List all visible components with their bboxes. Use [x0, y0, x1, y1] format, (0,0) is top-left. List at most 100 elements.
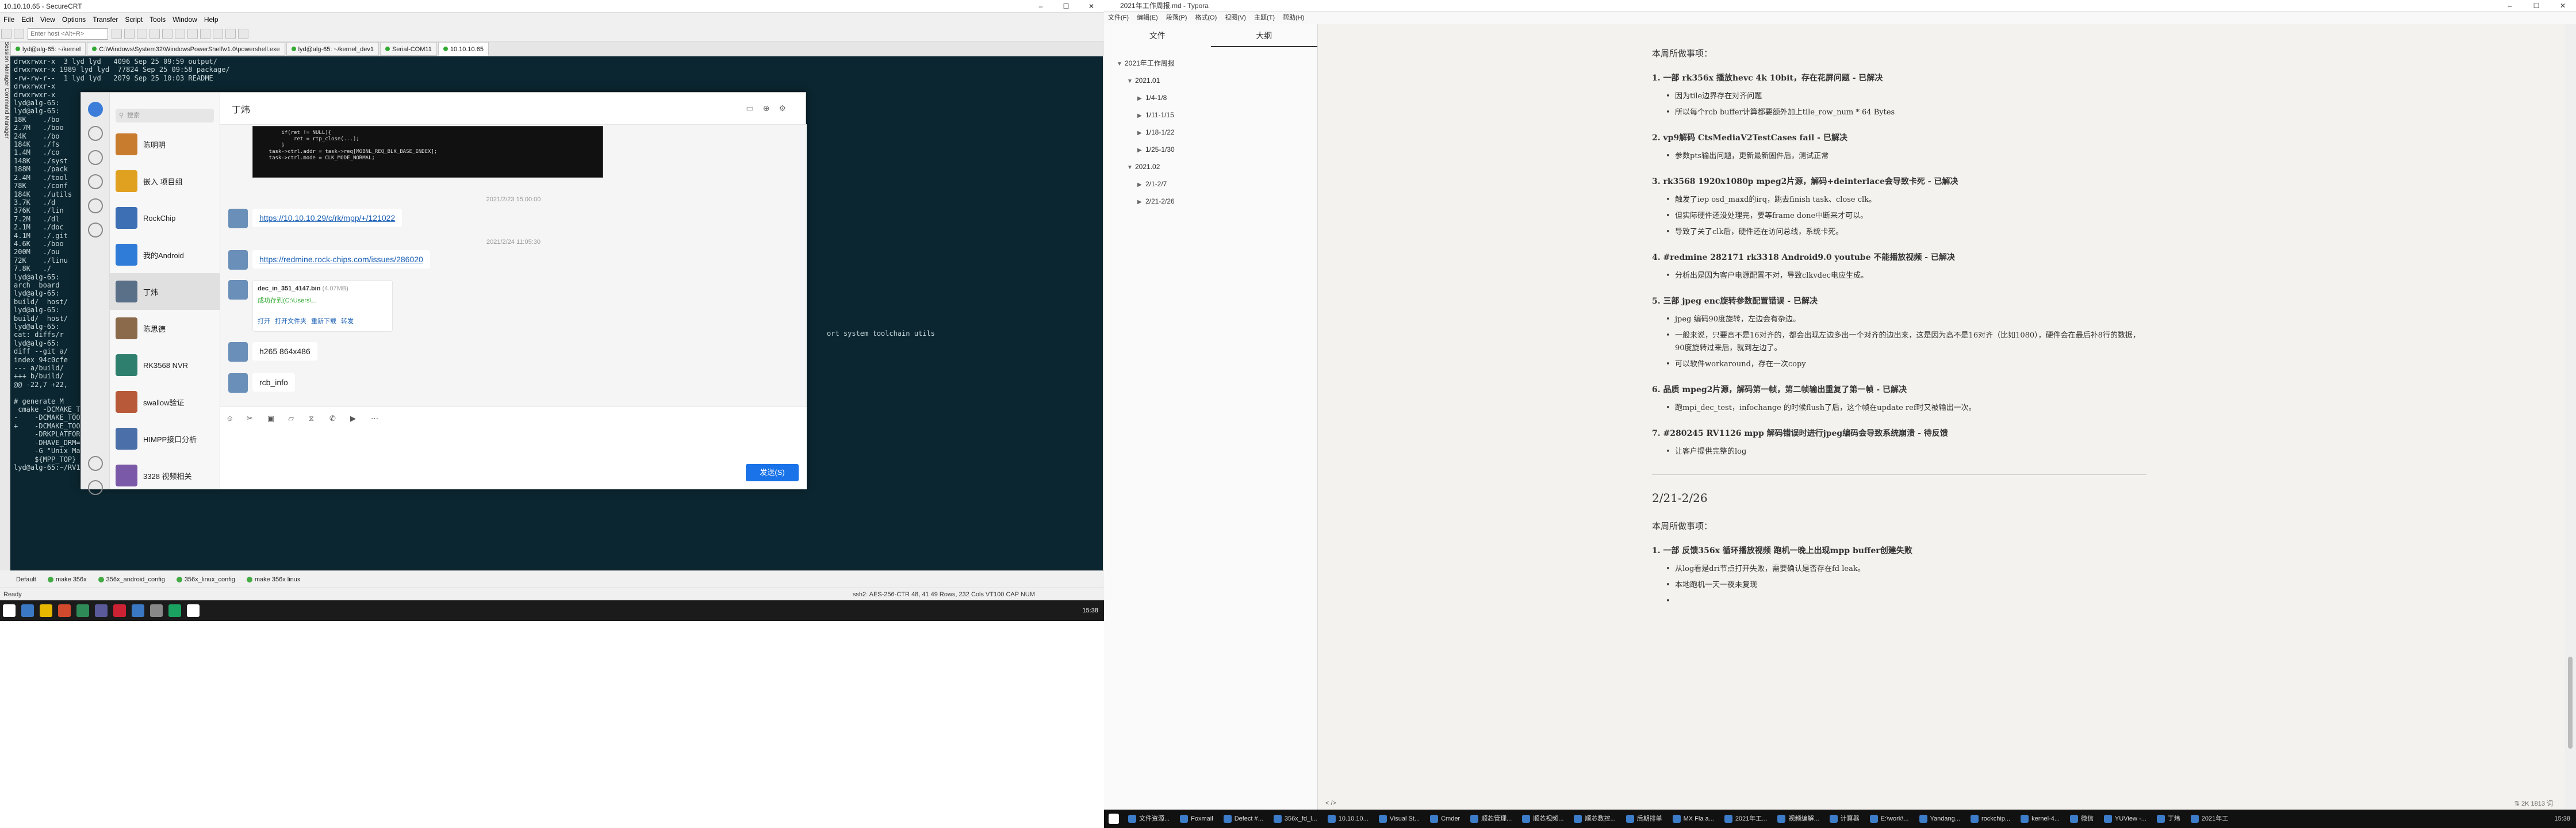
taskbar-app[interactable]: 顺芯管理... [1466, 811, 1516, 827]
minimize-button[interactable]: – [1028, 0, 1053, 13]
history-icon[interactable]: ⧖ [309, 414, 319, 424]
tab-files[interactable]: 文件 [1104, 24, 1211, 47]
more-icon[interactable]: ⚙ [779, 103, 795, 113]
command-tab[interactable]: 356x_linux_config [171, 572, 241, 588]
taskbar-app[interactable]: Visual St... [1374, 811, 1424, 827]
help-icon[interactable] [225, 28, 236, 39]
command-tab[interactable]: 356x_android_config [93, 572, 171, 588]
taskbar-app[interactable]: rockchip... [1966, 811, 2015, 827]
code-screenshot[interactable]: if(ret != NULL){ ret = rtp_close(...); }… [252, 126, 603, 178]
file-open-link[interactable]: 打开 [258, 316, 270, 325]
taskbar-app[interactable]: kernel-4... [2016, 811, 2064, 827]
expanded-icon[interactable]: ▼ [1117, 56, 1125, 72]
phone-icon[interactable]: ✆ [329, 414, 340, 424]
session-manager-sidebar[interactable]: Session Manager Command Manager [0, 41, 10, 570]
menu-theme[interactable]: 主题(T) [1250, 12, 1279, 24]
menu-edit[interactable]: Edit [18, 13, 37, 26]
maximize-button[interactable]: ☐ [1053, 0, 1079, 13]
source-toggle[interactable]: < /> [1318, 800, 1336, 807]
avatar[interactable] [116, 170, 137, 192]
tab-outline[interactable]: 大纲 [1210, 24, 1317, 47]
taskbar-app[interactable]: Cmder [1425, 811, 1465, 827]
outline-item[interactable]: ▼ 2021年工作周报 [1104, 55, 1317, 72]
taskbar-app[interactable]: 后期排单 [1621, 811, 1667, 827]
taskbar-app-icon[interactable] [40, 604, 52, 617]
copy-icon[interactable] [137, 28, 147, 39]
more-icon[interactable]: ⋯ [371, 414, 381, 424]
contact-item[interactable]: 丁炜 [110, 273, 220, 310]
message-input-area[interactable]: ☺ ✂ ▣ ▱ ⧖ ✆ ▶ ⋯ 发送(S) [220, 407, 807, 489]
video-icon[interactable]: ▶ [350, 414, 361, 424]
paste-icon[interactable] [150, 28, 160, 39]
close-button[interactable]: ✕ [1079, 0, 1104, 13]
quick-connect-icon[interactable] [14, 28, 24, 39]
contacts-icon[interactable] [87, 150, 103, 165]
reconnect-icon[interactable] [112, 28, 122, 39]
message-link[interactable]: https://10.10.10.29/c/rk/mpp/+/121022 [259, 213, 395, 223]
message-code-image[interactable]: if(ret != NULL){ ret = rtp_close(...); }… [252, 126, 603, 178]
outline-item[interactable]: ▶ 1/4-1/8 [1104, 90, 1317, 107]
outline-item[interactable]: ▶ 2/1-2/7 [1104, 176, 1317, 193]
session-tab[interactable]: lyd@alg-65: ~/kernel_dev1 [286, 42, 379, 56]
contact-item[interactable]: 陈思德 [110, 310, 220, 347]
start-icon[interactable] [3, 604, 16, 617]
contact-item[interactable]: HIMPP接口分析 [110, 420, 220, 457]
minimize-button[interactable]: – [2497, 0, 2523, 12]
taskbar-app[interactable]: 2021年工... [1720, 811, 1772, 827]
taskbar-app[interactable]: 丁炜 [2152, 811, 2185, 827]
avatar[interactable] [116, 428, 137, 450]
screenshot-icon[interactable] [238, 28, 248, 39]
collapsed-icon[interactable]: ▶ [1137, 177, 1145, 193]
connect-icon[interactable] [1, 28, 12, 39]
taskbar-app[interactable]: MX Fla a... [1668, 811, 1719, 827]
collapsed-icon[interactable]: ▶ [1137, 125, 1145, 141]
taskbar-app[interactable]: 2021年工 [2186, 811, 2233, 827]
menu-tools[interactable]: Tools [146, 13, 169, 26]
outline-item[interactable]: ▶ 1/25-1/30 [1104, 141, 1317, 159]
host-input[interactable] [28, 28, 108, 40]
taskbar-app[interactable]: 10.10.10... [1323, 811, 1373, 827]
taskbar-app[interactable]: 计算器 [1825, 811, 1864, 827]
avatar[interactable] [228, 373, 248, 393]
outline-item[interactable]: ▶ 1/18-1/22 [1104, 124, 1317, 141]
taskbar-app-icon[interactable] [95, 604, 108, 617]
workspace-icon[interactable] [87, 174, 103, 189]
menu-view[interactable]: View [37, 13, 59, 26]
taskbar-app[interactable]: 文件资源... [1124, 811, 1174, 827]
menu-window[interactable]: Window [169, 13, 201, 26]
contact-item[interactable]: RockChip [110, 200, 220, 236]
collapsed-icon[interactable]: ▶ [1137, 91, 1145, 107]
avatar[interactable] [228, 209, 248, 228]
avatar[interactable] [228, 342, 248, 362]
avatar[interactable] [116, 207, 137, 229]
sftp-icon[interactable] [187, 28, 198, 39]
avatar[interactable] [116, 391, 137, 413]
session-tab[interactable]: C:\Windows\System32\WindowsPowerShell\v1… [87, 42, 285, 56]
session-tab[interactable]: lyd@alg-65: ~/kernel [10, 42, 86, 56]
scissors-icon[interactable]: ✂ [247, 414, 257, 424]
find-icon[interactable] [162, 28, 172, 39]
menu-paragraph[interactable]: 段落(P) [1162, 12, 1191, 24]
maximize-button[interactable]: ☐ [2523, 0, 2550, 12]
collapsed-icon[interactable]: ▶ [1137, 143, 1145, 159]
avatar[interactable] [228, 250, 248, 270]
menu-edit[interactable]: 编辑(E) [1133, 12, 1162, 24]
collapsed-icon[interactable]: ▶ [1137, 194, 1145, 210]
avatar[interactable] [116, 281, 137, 302]
outline-item[interactable]: ▼ 2021.02 [1104, 159, 1317, 176]
contact-item[interactable]: 3328 视频相关 [110, 457, 220, 494]
avatar[interactable] [116, 317, 137, 339]
expanded-icon[interactable]: ▼ [1127, 74, 1135, 90]
avatar[interactable] [116, 133, 137, 155]
collapsed-icon[interactable]: ▶ [1137, 108, 1145, 124]
send-button[interactable]: 发送(S) [746, 464, 799, 481]
scrollbar-thumb[interactable] [2568, 657, 2573, 749]
document-content[interactable]: 本周所做事项： 1. 一部 rk356x 播放hevc 4k 10bit，存在花… [1652, 47, 2146, 608]
avatar[interactable] [228, 280, 248, 300]
document-editor[interactable]: 本周所做事项： 1. 一部 rk356x 播放hevc 4k 10bit，存在花… [1318, 24, 2576, 810]
menu-script[interactable]: Script [121, 13, 146, 26]
folder-icon[interactable]: ▱ [288, 414, 298, 424]
avatar[interactable] [116, 244, 137, 266]
settings-icon[interactable] [213, 28, 223, 39]
taskbar-app[interactable]: 顺芯视频... [1517, 811, 1568, 827]
